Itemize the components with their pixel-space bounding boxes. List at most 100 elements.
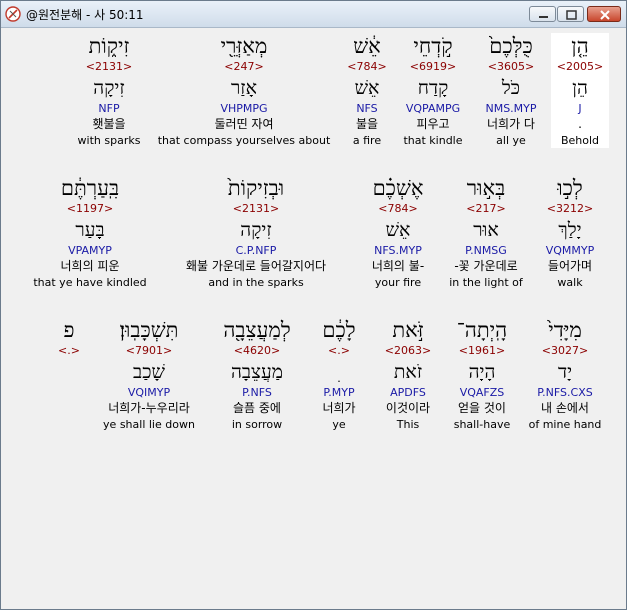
strong-number[interactable]: <3212> <box>534 201 606 217</box>
strong-number[interactable]: <217> <box>441 201 531 217</box>
hebrew-word: מִיָּדִי֙ <box>548 318 582 342</box>
strong-number[interactable]: <2005> <box>551 59 609 75</box>
hebrew-word: אֶשְׁכֶ֗ם <box>372 176 424 200</box>
word-cell[interactable]: פ <.> <box>49 317 89 432</box>
hebrew-word: זִיק֑וֹת <box>88 34 130 58</box>
lemma <box>49 359 89 385</box>
minimize-button[interactable] <box>529 6 556 22</box>
strong-number[interactable]: <1197> <box>23 201 157 217</box>
title-bar[interactable]: @원전분해 - 사 50:11 <box>1 1 626 28</box>
hebrew-word: אֵ֔שׁ <box>353 34 381 58</box>
hebrew-word: קֹ֣דְחֵי <box>413 34 453 58</box>
word-cell[interactable]: כֻּלְּכֶם֙ <3605> כֹּל NMS.MYP 너희가 다 all… <box>471 33 551 148</box>
parsing-code: APDFS <box>390 386 426 399</box>
hebrew-word: הֵ֤ן <box>571 34 589 58</box>
lemma: בָּעַר <box>75 219 105 241</box>
strong-number[interactable]: <.> <box>309 343 369 359</box>
english-gloss: Behold <box>560 134 600 147</box>
strong-number[interactable]: <1961> <box>445 343 519 359</box>
parsing-code: NMS.MYP <box>485 102 537 115</box>
word-cell[interactable]: הָֽיְתָה־ <1961> הָיָה VQAFZS 얻을 것이 shal… <box>445 317 519 432</box>
lemma: אָזַר <box>230 77 258 99</box>
strong-number[interactable]: <2131> <box>159 201 353 217</box>
english-gloss: that kindle <box>403 134 463 147</box>
hebrew-word: לְמַעֲצֵבָ֖ה <box>223 318 291 342</box>
word-cell[interactable]: מְאַזְּרֵ֖י <247> אָזַר VHPMPG 둘러띤 자여 th… <box>151 33 337 148</box>
word-cell[interactable]: אֵ֔שׁ <784> אֵשׁ NFS 불을 a fire <box>341 33 393 148</box>
hebrew-word: כֻּלְּכֶם֙ <box>489 34 533 58</box>
english-gloss: in sorrow <box>231 418 283 431</box>
maximize-button[interactable] <box>557 6 584 22</box>
parsing-code: VQPAMPG <box>405 102 461 115</box>
word-cell[interactable]: לְכ֣וּ <3212> יָלַךְ VQMMYP 들어가며 walk <box>534 175 606 290</box>
word-cell[interactable]: וּבְזִיקוֹת֙ <2131> זִיקָה C.P.NFP 홰불 가운… <box>159 175 353 290</box>
parsing-code: NFS.MYP <box>374 244 422 257</box>
hebrew-word: וּבְזִיקוֹת֙ <box>227 176 285 200</box>
strong-number[interactable]: <3605> <box>471 59 551 75</box>
korean-gloss: 들어가며 <box>547 259 593 273</box>
english-gloss: in the light of <box>449 276 523 289</box>
parsing-code: VQAFZS <box>459 386 505 399</box>
parsing-code: P.MYP <box>323 386 355 399</box>
korean-gloss: 얻을 것이 <box>458 401 506 415</box>
korean-gloss <box>49 400 89 417</box>
strong-number[interactable]: <2131> <box>69 59 149 75</box>
english-gloss: all ye <box>496 134 526 147</box>
english-gloss: of mine hand <box>528 418 602 431</box>
word-cell[interactable]: קֹ֣דְחֵי <6919> קָדַח VQPAMPG 피우고 that k… <box>394 33 472 148</box>
parsing-code: VPAMYP <box>68 244 112 257</box>
korean-gloss: 너희가 <box>322 401 356 415</box>
strong-number[interactable]: <2063> <box>373 343 443 359</box>
parsing-code: VQIMYP <box>127 386 171 399</box>
strong-number[interactable]: <247> <box>151 59 337 75</box>
english-gloss <box>49 417 89 432</box>
word-analysis-panel: הֵ֤ן <2005> הֵן J . Behold כֻּלְּכֶם֙ <3… <box>9 31 618 601</box>
strong-number[interactable]: <3027> <box>521 343 609 359</box>
word-cell[interactable]: לְמַעֲצֵבָ֖ה <4620> מַעֲצֵבָה P.NFS 슬픔 중… <box>209 317 305 432</box>
window-title: @원전분해 - 사 50:11 <box>26 8 144 22</box>
word-cell[interactable]: אֶשְׁכֶ֗ם <784> אֵשׁ NFS.MYP 너희의 불- your… <box>357 175 439 290</box>
strong-number[interactable]: <6919> <box>394 59 472 75</box>
strong-number[interactable]: <784> <box>341 59 393 75</box>
parsing-code: P.NFS.CXS <box>537 386 593 399</box>
lemma: הֵן <box>572 77 588 99</box>
korean-gloss: -꽃 가운데로 <box>454 259 518 273</box>
word-cell[interactable]: תִּשְׁכָּבֽוּן׃ <7901> שָׁכַב VQIMYP 너희가… <box>93 317 205 432</box>
korean-gloss: 이것이라 <box>385 401 431 415</box>
parsing-code <box>49 385 89 400</box>
word-cell[interactable]: מִיָּדִי֙ <3027> יָד P.NFS.CXS 내 손에서 of … <box>521 317 609 432</box>
close-button[interactable] <box>587 6 621 22</box>
english-gloss: This <box>396 418 420 431</box>
english-gloss: with sparks <box>77 134 141 147</box>
word-cell[interactable]: בְּא֣וּר <217> אוּר P.NMSG -꽃 가운데로 in th… <box>441 175 531 290</box>
lemma: הָיָה <box>468 361 496 383</box>
parsing-code: J <box>578 102 582 115</box>
lemma: ׅ <box>309 359 369 385</box>
parsing-code: P.NFS <box>242 386 272 399</box>
strong-number[interactable]: <4620> <box>209 343 305 359</box>
strong-number[interactable]: <7901> <box>93 343 205 359</box>
hebrew-word: תִּשְׁכָּבֽוּן׃ <box>119 318 179 342</box>
lemma: קָדַח <box>417 77 449 99</box>
lemma: כֹּל <box>501 77 521 99</box>
word-cell[interactable]: זִיק֑וֹת <2131> זִיקָה NFP 횃불을 with spar… <box>69 33 149 148</box>
lemma: שָׁכַב <box>133 361 165 383</box>
parsing-code: VQMMYP <box>545 244 595 257</box>
english-gloss: walk <box>557 276 583 289</box>
word-cell[interactable]: זֹּ֣את <2063> זֹאת APDFS 이것이라 This <box>373 317 443 432</box>
hebrew-word: מְאַזְּרֵ֖י <box>220 34 268 58</box>
parsing-code: P.NMSG <box>465 244 507 257</box>
app-window: @원전분해 - 사 50:11 הֵ֤ן <2005> הֵן J . Beho… <box>0 0 627 610</box>
hebrew-word: בְּא֣וּר <box>466 176 506 200</box>
word-cell[interactable]: לָכֶ֔ם <.> ׅ P.MYP 너희가 ye <box>309 317 369 432</box>
hebrew-word: לָכֶ֔ם <box>322 318 356 342</box>
strong-number[interactable]: <784> <box>357 201 439 217</box>
english-gloss: that ye have kindled <box>33 276 147 289</box>
word-cell[interactable]: בִּֽעַרְתֶּ֔ם <1197> בָּעַר VPAMYP 너희의 피… <box>23 175 157 290</box>
korean-gloss: 슬픔 중에 <box>233 401 281 415</box>
hebrew-word: פ <box>63 318 75 342</box>
korean-gloss: 피우고 <box>416 117 450 131</box>
hebrew-word: לְכ֣וּ <box>557 176 583 200</box>
strong-number[interactable]: <.> <box>49 343 89 359</box>
word-cell[interactable]: הֵ֤ן <2005> הֵן J . Behold <box>551 33 609 148</box>
